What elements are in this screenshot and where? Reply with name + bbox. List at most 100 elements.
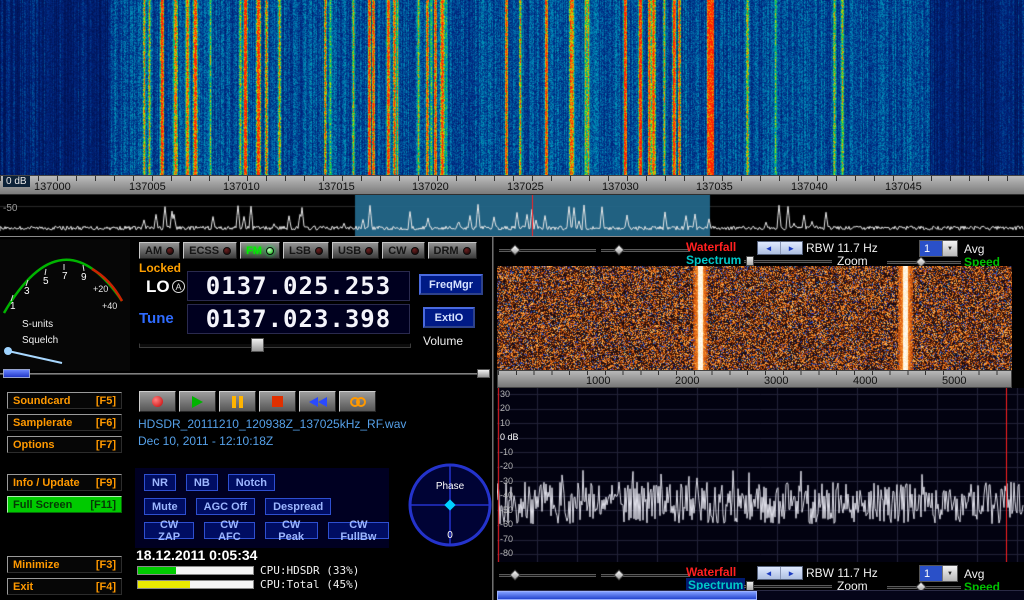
dsp-button-mute[interactable]: Mute [144,498,186,515]
lower-waterfall-display[interactable] [497,266,1012,370]
waterfall-toggle-top[interactable]: Waterfall [686,240,736,254]
recording-date: Dec 10, 2011 - 12:10:18Z [138,434,273,448]
mode-led [266,247,274,255]
phase-value: 0 [447,530,453,541]
avg-select-bottom[interactable]: 1 ▼ [919,565,958,582]
dsp-button-nb[interactable]: NB [186,474,218,491]
mode-label: USB [338,245,361,257]
volume-slider[interactable] [139,338,411,352]
mode-button-ecss[interactable]: ECSS [183,242,237,259]
freq-scale-label: 5000 [942,375,966,387]
dsp-button-cw-zap[interactable]: CW ZAP [144,522,194,539]
mode-label: ECSS [189,245,219,257]
transport-controls [139,391,376,412]
menu-button-options[interactable]: Options[F7] [7,436,122,453]
tune-frequency-display[interactable]: 0137.023.398 [187,304,410,334]
mode-buttons-row: AM ECSS FM LSB USB CW DRM [139,242,477,259]
avg-label-bottom: Avg [964,567,984,581]
freqmgr-button[interactable]: FreqMgr [419,274,483,295]
db-axis-label: 10 [500,418,510,428]
locked-indicator: Locked [139,261,181,275]
waterfall-brightness-slider-top[interactable] [499,245,596,256]
scrollbar-thumb[interactable] [497,591,757,600]
slider-thumb[interactable] [613,569,624,580]
avg-select-value[interactable]: 1 [920,241,942,256]
slider-track [744,585,832,588]
chevron-down-icon[interactable]: ▼ [942,566,957,581]
stop-button[interactable] [259,391,296,412]
slider-thumb[interactable] [509,569,520,580]
mode-button-usb[interactable]: USB [332,242,379,259]
volume-slider-thumb[interactable] [251,338,264,352]
squelch-label: Squelch [22,335,58,346]
slider-thumb[interactable] [509,244,520,255]
chevron-down-icon[interactable]: ▼ [942,241,957,256]
menu-button-minimize[interactable]: Minimize[F3] [7,556,122,573]
waterfall-contrast-slider-top[interactable] [601,245,690,256]
cpu-hdsdr-label: CPU:HDSDR (33%) [260,564,359,577]
dsp-button-despread[interactable]: Despread [265,498,331,515]
mode-label: DRM [434,245,459,257]
menu-button-fullscreen[interactable]: Full Screen[F11] [7,496,122,513]
menu-button-samplerate[interactable]: Samplerate[F6] [7,414,122,431]
rbw-label-bottom: RBW 11.7 Hz [806,566,878,580]
mode-button-fm[interactable]: FM [240,242,280,259]
right-arrow-icon[interactable]: ► [781,567,803,579]
waterfall-brightness-slider-bottom[interactable] [499,570,596,581]
menu-button-info-update[interactable]: Info / Update[F9] [7,474,122,491]
freq-scale-label: 137045 [885,181,922,193]
freq-scale-label: 137020 [412,181,449,193]
dsp-button-notch[interactable]: Notch [228,474,275,491]
dsp-button-cw-peak[interactable]: CW Peak [265,522,318,539]
dsp-row: Mute AGC Off Despread [144,498,389,515]
waterfall-toggle-bottom[interactable]: Waterfall [686,565,736,579]
spectrum-pan-scrollbar[interactable] [497,590,1024,600]
mode-button-drm[interactable]: DRM [428,242,477,259]
waterfall-contrast-slider-bottom[interactable] [601,570,690,581]
squelch-slider[interactable] [3,369,30,378]
dsp-button-nr[interactable]: NR [144,474,176,491]
db-axis-label: 0 dB [500,432,519,442]
avg-label-top: Avg [964,242,984,256]
mode-button-cw[interactable]: CW [382,242,424,259]
menu-button-exit[interactable]: Exit[F4] [7,578,122,595]
db-axis-label: -60 [500,519,513,529]
mode-button-am[interactable]: AM [139,242,180,259]
spectrum-toggle-top[interactable]: Spectrum [686,253,741,267]
rewind-button[interactable] [299,391,336,412]
upper-waterfall-display[interactable] [0,0,1024,175]
play-button[interactable] [179,391,216,412]
avg-select-value[interactable]: 1 [920,566,942,581]
menu-button-soundcard[interactable]: Soundcard[F5] [7,392,122,409]
freq-scale-label: 3000 [764,375,788,387]
lo-a-badge[interactable]: A [172,280,185,293]
pause-button[interactable] [219,391,256,412]
cpu-total-fill [138,581,190,588]
splitter-handle[interactable] [477,369,490,378]
mode-led [463,247,471,255]
extio-button[interactable]: ExtIO [423,307,475,328]
mode-button-lsb[interactable]: LSB [283,242,329,259]
menu-key: [F11] [90,499,116,511]
right-arrow-icon[interactable]: ► [781,242,803,254]
left-arrow-icon[interactable]: ◄ [758,567,781,579]
record-button[interactable] [139,391,176,412]
db-axis-label: -30 [500,476,513,486]
pause-icon [232,396,243,408]
lo-frequency-display[interactable]: 0137.025.253 [187,271,410,301]
dsp-button-cw-fullbw[interactable]: CW FullBw [328,522,389,539]
slider-thumb[interactable] [746,256,754,266]
left-arrow-icon[interactable]: ◄ [758,242,781,254]
upper-spectrum-display[interactable]: -50 [0,195,1024,236]
db-axis-mid-label: -50 [3,203,17,214]
lower-spectrum-display[interactable]: 30 20 10 0 dB -10 -20 -30 -40 -50 -60 -7… [497,388,1024,562]
s-meter-needle-hub [4,347,12,355]
dsp-button-cw-afc[interactable]: CW AFC [204,522,254,539]
lower-frequency-scale[interactable]: 1000 2000 3000 4000 5000 [497,370,1012,388]
avg-select-top[interactable]: 1 ▼ [919,240,958,257]
dsp-button-agc-off[interactable]: AGC Off [196,498,255,515]
slider-thumb[interactable] [613,244,624,255]
slider-track [744,260,832,263]
loop-button[interactable] [339,391,376,412]
upper-frequency-scale[interactable]: 137000 137005 137010 137015 137020 13702… [0,175,1024,195]
